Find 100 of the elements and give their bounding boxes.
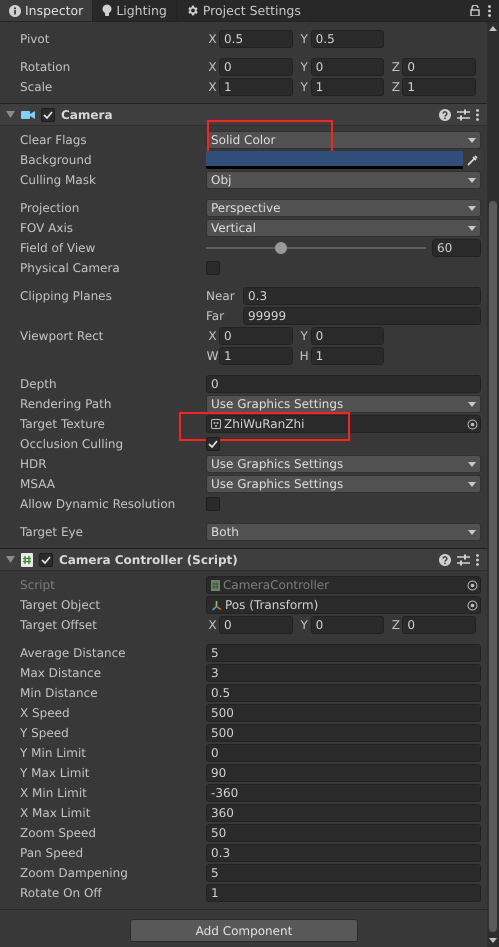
checkbox[interactable]: [39, 552, 53, 566]
axis-label: Y: [300, 80, 309, 94]
number-field[interactable]: 0: [206, 375, 481, 393]
number-field[interactable]: 5: [206, 864, 481, 882]
field-label: Min Distance: [20, 686, 99, 700]
checkmark-icon: [43, 110, 53, 118]
lock-icon[interactable]: [470, 5, 480, 16]
number-field[interactable]: 5: [206, 644, 481, 662]
object-field[interactable]: Pos (Transform): [206, 596, 481, 614]
number-field[interactable]: 0: [219, 327, 293, 345]
camera-icon: [21, 110, 35, 120]
number-field[interactable]: 0: [219, 616, 293, 634]
dropdown[interactable]: Use Graphics Settings: [206, 475, 481, 493]
info-icon: [9, 4, 21, 16]
number-field[interactable]: 0.3: [206, 844, 481, 862]
number-field[interactable]: 0.5: [206, 684, 481, 702]
dropdown[interactable]: Solid Color: [206, 131, 481, 149]
dropdown[interactable]: Both: [206, 523, 481, 541]
tab[interactable]: Inspector: [0, 0, 94, 21]
number-field[interactable]: 0: [206, 744, 481, 762]
lightbulb-icon: [102, 4, 112, 17]
field-label: Viewport Rect: [20, 329, 104, 343]
field-label: Clear Flags: [20, 133, 88, 147]
checkbox[interactable]: [206, 437, 220, 451]
number-field[interactable]: 0.3: [243, 287, 481, 305]
help-icon[interactable]: [439, 108, 451, 120]
dropdown[interactable]: Use Graphics Settings: [206, 395, 481, 413]
foldout-arrow-icon[interactable]: [6, 110, 15, 119]
axes-icon: [211, 600, 222, 610]
object-picker-icon[interactable]: [467, 600, 478, 610]
tab[interactable]: Project Settings: [176, 0, 311, 21]
add-component-button[interactable]: Add Component: [130, 919, 358, 942]
number-field[interactable]: 1: [402, 78, 476, 96]
field-label: MSAA: [20, 477, 56, 491]
number-field[interactable]: 0: [310, 616, 384, 634]
field-label: X Speed: [20, 706, 71, 720]
help-icon[interactable]: [439, 554, 451, 566]
scroll-down-icon[interactable]: [489, 938, 497, 943]
dropdown[interactable]: Vertical: [206, 219, 481, 237]
field-label: Script: [20, 578, 56, 592]
number-field[interactable]: 360: [206, 804, 481, 822]
checkbox[interactable]: [41, 108, 55, 122]
sliders-icon[interactable]: [457, 108, 470, 120]
number-field[interactable]: 1: [206, 884, 481, 902]
number-field[interactable]: 3: [206, 664, 481, 682]
checkbox[interactable]: [206, 497, 220, 511]
number-field[interactable]: 1: [310, 347, 384, 365]
number-field[interactable]: 90: [206, 764, 481, 782]
field-label: Occlusion Culling: [20, 437, 124, 451]
slider-thumb[interactable]: [274, 242, 287, 254]
dropdown[interactable]: Use Graphics Settings: [206, 455, 481, 473]
script-file-icon: [211, 580, 220, 590]
number-field[interactable]: -360: [206, 784, 481, 802]
texture-icon: [211, 419, 221, 429]
field-label: Rotation: [20, 60, 72, 74]
number-field[interactable]: 1: [219, 78, 293, 96]
axis-label: Z: [390, 618, 401, 632]
object-field[interactable]: ZhiWuRanZhi: [206, 415, 481, 433]
axis-label: Y: [300, 329, 309, 343]
dropdown[interactable]: Perspective: [206, 199, 481, 217]
more-icon[interactable]: [488, 4, 491, 16]
number-field[interactable]: 0: [310, 58, 384, 76]
field-label: X Max Limit: [20, 806, 92, 820]
number-field[interactable]: 0: [402, 616, 476, 634]
number-field[interactable]: 0.5: [310, 30, 384, 48]
caret-icon: [468, 402, 476, 406]
number-field[interactable]: 0: [219, 58, 293, 76]
checkmark-icon: [208, 440, 218, 448]
tab[interactable]: Lighting: [93, 0, 177, 21]
number-field[interactable]: 0: [310, 327, 384, 345]
more-icon[interactable]: [476, 108, 479, 120]
sliders-icon[interactable]: [457, 554, 470, 566]
number-field[interactable]: 0: [402, 58, 476, 76]
number-field[interactable]: 1: [219, 347, 293, 365]
caret-icon: [468, 178, 476, 182]
axis-label: X: [207, 329, 218, 343]
scrollbar-thumb[interactable]: [489, 201, 497, 932]
checkbox[interactable]: [206, 261, 220, 275]
object-picker-icon[interactable]: [467, 418, 478, 430]
field-label: Depth: [20, 377, 58, 391]
field-label: FOV Axis: [20, 221, 74, 235]
foldout-arrow-icon[interactable]: [6, 555, 15, 564]
number-field[interactable]: 0.5: [219, 30, 293, 48]
number-field[interactable]: 60: [432, 239, 481, 257]
field-label: Max Distance: [20, 666, 102, 680]
dropdown[interactable]: Obj: [206, 171, 481, 189]
scroll-up-icon[interactable]: [489, 26, 497, 31]
eyedropper-icon[interactable]: [466, 154, 478, 166]
axis-label: Y: [300, 60, 309, 74]
component-header[interactable]: Camera Controller (Script): [0, 548, 487, 571]
number-field[interactable]: 500: [206, 724, 481, 742]
number-field[interactable]: 99999: [243, 307, 481, 325]
number-field[interactable]: 500: [206, 704, 481, 722]
field-label: Y Min Limit: [20, 746, 87, 760]
component-header[interactable]: Camera: [0, 103, 487, 126]
more-icon[interactable]: [476, 554, 479, 566]
number-field[interactable]: 50: [206, 824, 481, 842]
number-field[interactable]: 1: [310, 78, 384, 96]
field-label: Y Max Limit: [20, 766, 91, 780]
axis-label: Z: [390, 80, 401, 94]
